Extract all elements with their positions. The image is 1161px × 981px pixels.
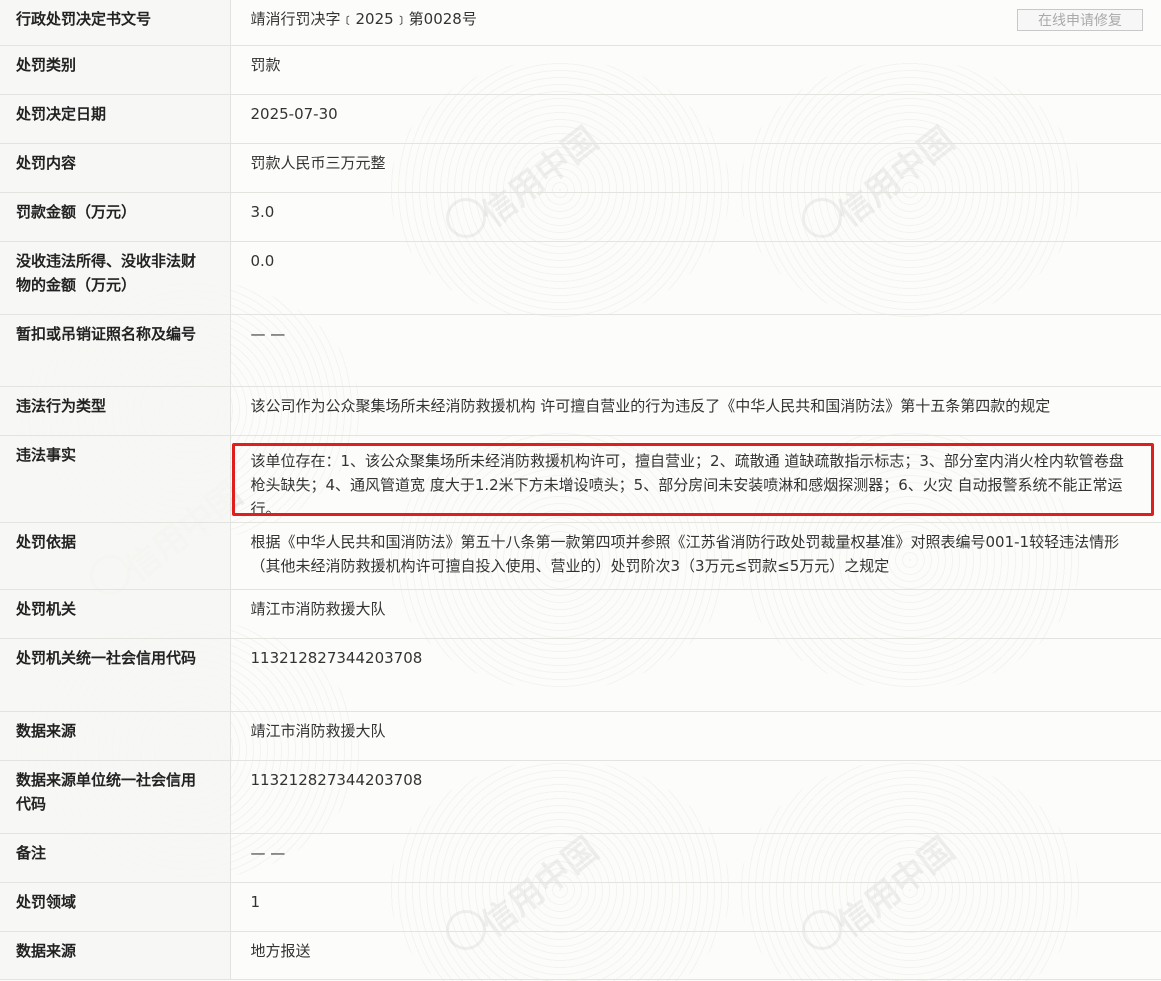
row-value-cell: 该单位存在：1、该公众聚集场所未经消防救援机构许可，擅自营业；2、疏散通 道缺疏… xyxy=(230,435,1161,523)
info-row: 处罚内容 罚款人民币三万元整 xyxy=(0,143,1161,193)
row-label-cell: 处罚类别 xyxy=(0,45,231,95)
row-value-cell: 3.0 xyxy=(230,192,1161,242)
row-label: 暂扣或吊销证照名称及编号 xyxy=(16,324,197,343)
row-value: 113212827344203708 xyxy=(250,648,423,667)
row-value: 靖江市消防救援大队 xyxy=(250,721,386,740)
row-value-cell: — — xyxy=(230,833,1161,883)
row-value-cell: — — xyxy=(230,314,1161,387)
row-label: 罚款金额（万元） xyxy=(16,202,137,221)
row-label-cell: 数据来源单位统一社会信用代码 xyxy=(0,760,231,834)
row-label: 处罚决定日期 xyxy=(16,104,107,123)
info-row: 数据来源 地方报送 xyxy=(0,931,1161,980)
row-value: 罚款人民币三万元整 xyxy=(250,153,386,172)
row-value: 根据《中华人民共和国消防法》第五十八条第一款第四项并参照《江苏省消防行政处罚裁量… xyxy=(250,532,1120,575)
row-label: 处罚机关 xyxy=(16,599,77,618)
row-value-cell: 113212827344203708 xyxy=(230,760,1161,834)
row-value-cell: 地方报送 xyxy=(230,931,1161,980)
row-value-cell: 0.0 xyxy=(230,241,1161,315)
row-value: 地方报送 xyxy=(250,941,311,960)
row-label-cell: 数据来源 xyxy=(0,931,231,980)
row-value-cell: 该公司作为公众聚集场所未经消防救援机构 许可擅自营业的行为违反了《中华人民共和国… xyxy=(230,386,1161,436)
row-label-cell: 备注 xyxy=(0,833,231,883)
row-value: 该单位存在：1、该公众聚集场所未经消防救援机构许可，擅自营业；2、疏散通 道缺疏… xyxy=(250,451,1124,518)
penalty-info-table: 行政处罚决定书文号 靖消行罚决字﹝2025﹞第0028号处罚类别 罚款处罚决定日期 2… xyxy=(0,0,1161,980)
info-row: 处罚依据 根据《中华人民共和国消防法》第五十八条第一款第四项并参照《江苏省消防行政… xyxy=(0,522,1161,590)
row-label-cell: 处罚决定日期 xyxy=(0,94,231,144)
row-label-cell: 处罚领域 xyxy=(0,882,231,932)
row-label: 处罚依据 xyxy=(16,532,77,551)
row-label: 数据来源单位统一社会信用代码 xyxy=(16,770,197,813)
info-row: 数据来源 靖江市消防救援大队 xyxy=(0,711,1161,761)
row-label-cell: 违法行为类型 xyxy=(0,386,231,436)
info-row: 处罚类别 罚款 xyxy=(0,45,1161,95)
info-row: 处罚机关统一社会信用代码 113212827344203708 xyxy=(0,638,1161,712)
row-label: 数据来源 xyxy=(16,721,77,740)
row-label: 数据来源 xyxy=(16,941,77,960)
info-row: 没收违法所得、没收非法财物的金额（万元） 0.0 xyxy=(0,241,1161,315)
info-row: 处罚机关 靖江市消防救援大队 xyxy=(0,589,1161,639)
info-row: 行政处罚决定书文号 靖消行罚决字﹝2025﹞第0028号 xyxy=(0,0,1161,46)
info-row: 备注 — — xyxy=(0,833,1161,883)
info-row: 罚款金额（万元） 3.0 xyxy=(0,192,1161,242)
row-value: 113212827344203708 xyxy=(250,770,423,789)
row-label: 违法行为类型 xyxy=(16,396,107,415)
row-label-cell: 行政处罚决定书文号 xyxy=(0,0,231,46)
row-value-cell: 113212827344203708 xyxy=(230,638,1161,712)
online-repair-request-button[interactable]: 在线申请修复 xyxy=(1017,9,1143,31)
row-value: 该公司作为公众聚集场所未经消防救援机构 许可擅自营业的行为违反了《中华人民共和国… xyxy=(250,396,1051,415)
info-row: 数据来源单位统一社会信用代码 113212827344203708 xyxy=(0,760,1161,834)
row-value: 罚款 xyxy=(250,55,281,74)
row-value-cell: 罚款人民币三万元整 xyxy=(230,143,1161,193)
row-label: 备注 xyxy=(16,843,47,862)
row-value: — — xyxy=(250,843,286,862)
row-label-cell: 处罚依据 xyxy=(0,522,231,590)
row-label-cell: 没收违法所得、没收非法财物的金额（万元） xyxy=(0,241,231,315)
row-value-cell: 靖江市消防救援大队 xyxy=(230,711,1161,761)
row-value: — — xyxy=(250,324,286,343)
row-value-cell: 1 xyxy=(230,882,1161,932)
info-row: 暂扣或吊销证照名称及编号 — — xyxy=(0,314,1161,387)
row-value: 2025-07-30 xyxy=(250,104,338,123)
row-value: 3.0 xyxy=(250,202,275,221)
info-row: 违法事实 该单位存在：1、该公众聚集场所未经消防救援机构许可，擅自营业；2、疏散通… xyxy=(0,435,1161,523)
row-value: 1 xyxy=(250,892,261,911)
row-label-cell: 违法事实 xyxy=(0,435,231,523)
row-value: 靖江市消防救援大队 xyxy=(250,599,386,618)
info-row: 处罚决定日期 2025-07-30 xyxy=(0,94,1161,144)
row-value: 0.0 xyxy=(250,251,275,270)
row-value-cell: 靖江市消防救援大队 xyxy=(230,589,1161,639)
row-label: 违法事实 xyxy=(16,445,77,464)
row-label: 处罚领域 xyxy=(16,892,77,911)
row-label-cell: 处罚机关 xyxy=(0,589,231,639)
row-label: 没收违法所得、没收非法财物的金额（万元） xyxy=(16,251,197,294)
row-label-cell: 罚款金额（万元） xyxy=(0,192,231,242)
row-value-cell: 根据《中华人民共和国消防法》第五十八条第一款第四项并参照《江苏省消防行政处罚裁量… xyxy=(230,522,1161,590)
row-label: 行政处罚决定书文号 xyxy=(16,10,152,28)
row-value-cell: 2025-07-30 xyxy=(230,94,1161,144)
row-label-cell: 处罚机关统一社会信用代码 xyxy=(0,638,231,712)
row-label: 处罚机关统一社会信用代码 xyxy=(16,648,197,667)
row-label-cell: 数据来源 xyxy=(0,711,231,761)
row-label-cell: 处罚内容 xyxy=(0,143,231,193)
row-value-cell: 罚款 xyxy=(230,45,1161,95)
info-row: 违法行为类型 该公司作为公众聚集场所未经消防救援机构 许可擅自营业的行为违反了《中… xyxy=(0,386,1161,436)
row-label: 处罚内容 xyxy=(16,153,77,172)
row-label: 处罚类别 xyxy=(16,55,77,74)
row-label-cell: 暂扣或吊销证照名称及编号 xyxy=(0,314,231,387)
info-row: 处罚领域 1 xyxy=(0,882,1161,932)
